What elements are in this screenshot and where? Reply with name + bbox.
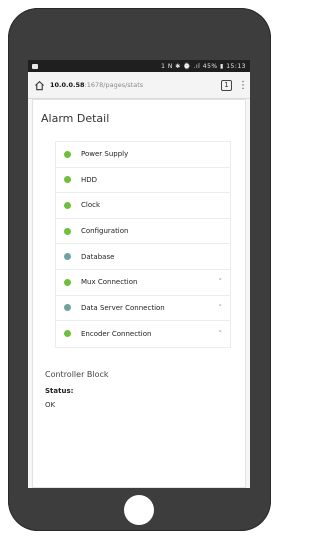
alarm-item: Configuration [56,219,230,245]
browser-menu-icon[interactable]: ⋮ [238,80,248,91]
status-bar-indicators: 1 N ✱ ⌚ .ıl 45% ▮ 15:13 [161,62,246,70]
notification-icon [32,63,38,69]
controller-block-title: Controller Block [45,369,109,379]
home-icon[interactable] [32,78,46,92]
alarm-item-label: Configuration [81,227,129,236]
chevron-down-icon[interactable]: ˅ [219,304,223,312]
alarm-item[interactable]: Mux Connection ˅ [56,270,230,296]
status-dot-icon [64,304,71,312]
alarm-item-label: Power Supply [81,150,129,159]
url-host: 10.0.0.58 [50,81,85,89]
alarm-item-label: Database [81,252,115,261]
chevron-down-icon[interactable]: ˅ [219,330,223,338]
page-body: Alarm Detail Power Supply HDD Clock Configu… [28,99,250,488]
status-dot-icon [64,278,71,286]
status-dot-icon [64,176,71,184]
phone-screen: 1 N ✱ ⌚ .ıl 45% ▮ 15:13 10.0.0.58:1678/p… [28,60,250,488]
alarm-list: Power Supply HDD Clock Configuration Databas… [55,141,231,348]
page-title: Alarm Detail [41,112,110,125]
phone-home-button[interactable] [124,495,154,525]
status-dot-icon [64,150,71,158]
alarm-item-label: Data Server Connection [81,303,165,312]
alarm-item-label: HDD [81,175,98,184]
status-dot-icon [64,330,71,338]
alarm-item-label: Mux Connection [81,278,138,287]
chevron-down-icon[interactable]: ˅ [219,278,223,286]
alarm-item-label: Clock [81,201,101,210]
address-bar[interactable]: 10.0.0.58:1678/pages/stats [50,81,217,89]
alarm-item: Clock [56,193,230,219]
alarm-item: Database [56,244,230,270]
status-dot-icon [64,227,71,235]
alarm-item: Power Supply [56,142,230,168]
tab-switcher-button[interactable]: 1 [221,79,232,91]
url-path: :1678/pages/stats [84,81,144,89]
status-label: Status: [45,386,74,395]
alarm-item[interactable]: Encoder Connection ˅ [56,321,230,347]
alarm-item-label: Encoder Connection [81,329,152,338]
alarm-item: HDD [56,168,230,194]
status-dot-icon [64,201,71,209]
status-bar: 1 N ✱ ⌚ .ıl 45% ▮ 15:13 [28,60,250,72]
alarm-detail-card: Alarm Detail Power Supply HDD Clock Configu… [32,99,246,488]
alarm-item[interactable]: Data Server Connection ˅ [56,296,230,322]
status-dot-icon [64,253,71,261]
browser-toolbar: 10.0.0.58:1678/pages/stats 1 ⋮ [28,72,250,99]
status-value: OK [45,400,56,409]
controller-block: Controller Block Status: OK [41,370,237,409]
